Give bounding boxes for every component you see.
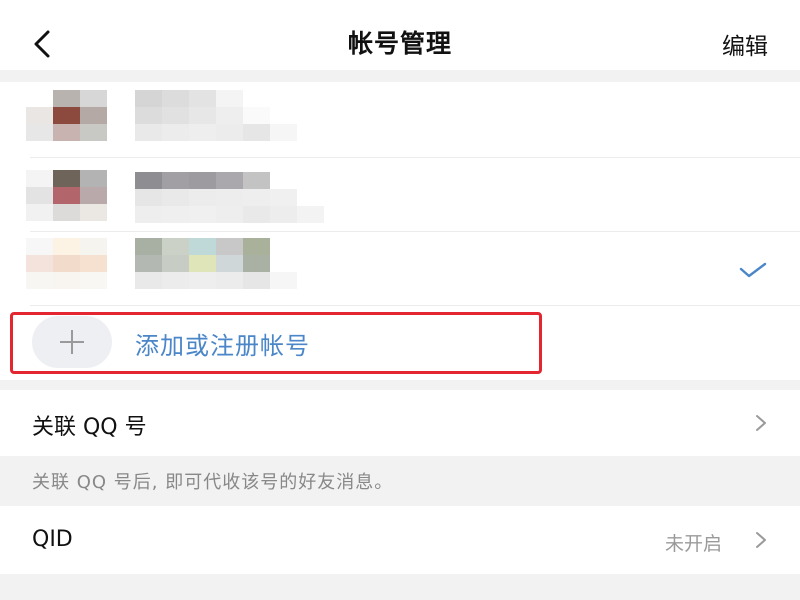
edit-button[interactable]: 编辑 bbox=[722, 27, 768, 61]
divider bbox=[30, 305, 800, 306]
account-item[interactable] bbox=[0, 158, 800, 232]
divider bbox=[0, 70, 800, 82]
qid-status: 未开启 bbox=[664, 533, 722, 555]
page-title: 帐号管理 bbox=[347, 29, 452, 58]
divider bbox=[0, 380, 800, 390]
link-qq-label: 关联 QQ 号 bbox=[32, 415, 147, 440]
avatar bbox=[26, 90, 107, 141]
avatar bbox=[26, 170, 107, 221]
qid-label: QID bbox=[32, 527, 73, 552]
account-item-active[interactable] bbox=[0, 232, 800, 306]
chevron-right-icon bbox=[756, 415, 766, 431]
account-item[interactable] bbox=[0, 84, 800, 158]
chevron-right-icon bbox=[756, 532, 766, 548]
link-qq-row[interactable]: 关联 QQ 号 bbox=[0, 390, 800, 456]
account-name bbox=[135, 90, 297, 141]
qid-row[interactable]: QID 未开启 bbox=[0, 506, 800, 574]
nav-bar: 帐号管理 编辑 bbox=[0, 0, 800, 80]
account-name bbox=[135, 238, 297, 289]
link-qq-hint: 关联 QQ 号后, 即可代收该号的好友消息。 bbox=[32, 472, 394, 493]
avatar bbox=[26, 238, 107, 289]
highlight-annotation bbox=[10, 312, 542, 374]
account-name bbox=[135, 172, 324, 223]
check-icon bbox=[739, 262, 767, 278]
